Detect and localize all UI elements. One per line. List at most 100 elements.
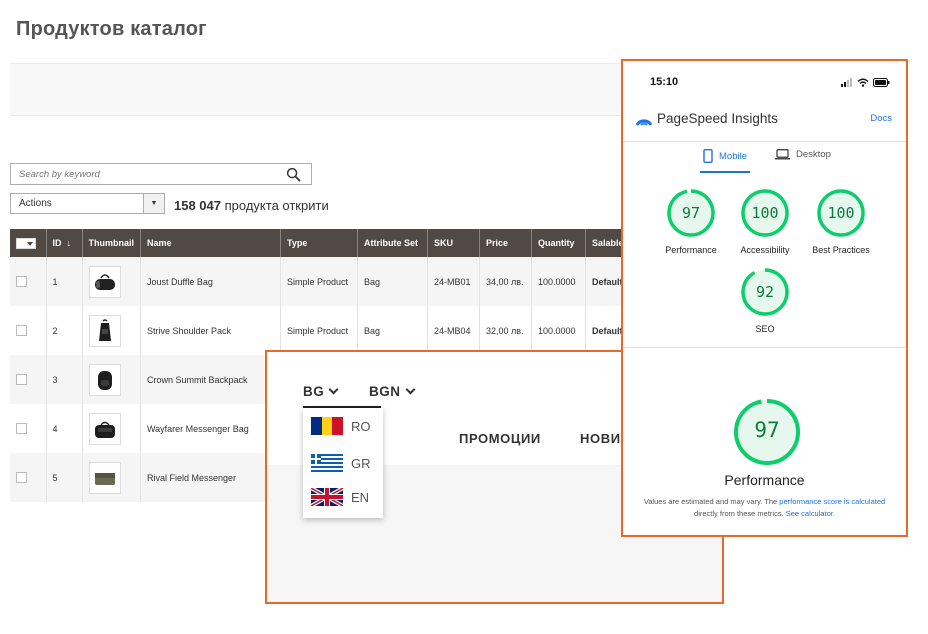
score-performance: 97	[681, 204, 701, 222]
table-row[interactable]: 2 Strive Shoulder Pack Simple Product Ba…	[10, 306, 650, 355]
row-checkbox[interactable]	[16, 325, 27, 337]
column-header-thumbnail[interactable]: Thumbnail	[82, 229, 141, 257]
product-thumbnail[interactable]	[88, 412, 121, 445]
nav-link-promotions[interactable]: ПРОМОЦИИ	[459, 431, 541, 446]
row-select-cell	[10, 306, 47, 355]
product-thumbnail[interactable]	[88, 363, 121, 396]
cell-name: Joust Duffle Bag	[140, 257, 281, 306]
greece-flag-icon	[311, 454, 343, 472]
cell-thumbnail	[82, 306, 141, 355]
cell-price: 34,00 лв.	[479, 257, 532, 306]
backpack-icon	[97, 370, 112, 390]
currency-selector[interactable]: BGN	[369, 384, 415, 399]
docs-link[interactable]: Docs	[870, 113, 892, 124]
battery-icon	[873, 78, 890, 87]
column-header-name[interactable]: Name	[140, 229, 281, 257]
records-count: 158 047	[174, 198, 221, 213]
main-score-label: Performance	[724, 472, 805, 488]
grid-header-row: ID ↓ Thumbnail Name Type Attribute Set S…	[10, 229, 650, 257]
column-header-attribute-set[interactable]: Attribute Set	[357, 229, 428, 257]
tab-desktop[interactable]: Desktop	[775, 149, 831, 160]
disclaimer: Values are estimated and may vary. The p…	[629, 496, 900, 520]
product-thumbnail[interactable]	[88, 461, 121, 494]
mass-select-checkbox[interactable]	[16, 237, 36, 249]
row-checkbox[interactable]	[16, 374, 27, 386]
row-checkbox[interactable]	[16, 423, 27, 435]
cell-id: 5	[46, 453, 83, 502]
score-best-practices: 100	[827, 204, 855, 222]
shoulder-pack-icon	[98, 318, 111, 341]
currency-code: BGN	[369, 384, 401, 399]
language-dropdown-menu: RO GR EN	[303, 408, 383, 518]
column-header-quantity[interactable]: Quantity	[531, 229, 586, 257]
chevron-down-icon	[405, 384, 415, 395]
cell-thumbnail	[82, 404, 141, 453]
column-header-id[interactable]: ID ↓	[46, 229, 83, 257]
cell-type: Simple Product	[280, 306, 358, 355]
signal-icon	[841, 78, 852, 87]
language-code: BG	[303, 384, 325, 399]
status-bar-icons	[841, 78, 890, 87]
pagespeed-panel: 15:10 PageSpeed Insights Docs Mobile Des…	[621, 59, 908, 537]
nav-link-new[interactable]: НОВИ	[580, 431, 621, 446]
cell-attribute-set: Bag	[357, 306, 428, 355]
cell-type: Simple Product	[280, 257, 358, 306]
search-box[interactable]	[10, 163, 312, 185]
actions-dropdown[interactable]: Actions ▼	[10, 193, 165, 214]
records-suffix: продукта открити	[224, 198, 329, 213]
laptop-icon	[775, 149, 790, 160]
row-select-cell	[10, 404, 47, 453]
column-header-sku[interactable]: SKU	[427, 229, 480, 257]
table-row[interactable]: 1 Joust Duffle Bag Simple Product Bag 24…	[10, 257, 650, 306]
product-thumbnail[interactable]	[88, 265, 121, 298]
language-option-en[interactable]: EN	[311, 488, 369, 506]
calculator-link[interactable]: See calculator.	[786, 509, 835, 518]
cell-sku: 24-MB01	[427, 257, 480, 306]
row-checkbox[interactable]	[16, 472, 27, 484]
search-icon[interactable]	[286, 167, 301, 182]
pagespeed-logo-icon	[635, 119, 653, 126]
label-seo: SEO	[755, 324, 775, 334]
cell-quantity: 100.0000	[531, 257, 586, 306]
active-tab-indicator	[700, 171, 750, 173]
row-select-cell	[10, 453, 47, 502]
search-input[interactable]	[11, 164, 271, 185]
admin-toolbar	[10, 63, 650, 116]
language-selector[interactable]: BG	[303, 384, 339, 399]
language-option-label: RO	[351, 418, 371, 434]
tab-mobile[interactable]: Mobile	[703, 149, 747, 163]
cell-name: Strive Shoulder Pack	[140, 306, 281, 355]
records-found: 158 047 продукта открити	[174, 198, 329, 213]
romania-flag-icon	[311, 417, 343, 435]
uk-flag-icon	[311, 488, 343, 506]
actions-label: Actions	[19, 198, 52, 209]
cell-id: 3	[46, 355, 83, 404]
main-score: 97	[754, 418, 780, 442]
cell-id: 1	[46, 257, 83, 306]
wifi-icon	[857, 78, 869, 87]
dropdown-arrow-icon[interactable]: ▼	[143, 194, 164, 213]
page-title: Продуктов каталог	[16, 18, 207, 40]
score-calculation-link[interactable]: performance score is calculated	[779, 497, 885, 506]
product-thumbnail[interactable]	[88, 314, 121, 347]
row-select-cell	[10, 257, 47, 306]
cell-id: 4	[46, 404, 83, 453]
cell-thumbnail	[82, 257, 141, 306]
cell-name: Crown Summit Backpack	[140, 355, 281, 404]
language-option-label: EN	[351, 489, 370, 505]
language-option-ro[interactable]: RO	[311, 417, 371, 435]
column-header-type[interactable]: Type	[280, 229, 358, 257]
disclaimer-text-1: Values are estimated and may vary. The	[643, 497, 780, 506]
column-id-label: ID	[52, 238, 62, 248]
cell-quantity: 100.0000	[531, 306, 586, 355]
cell-price: 32,00 лв.	[479, 306, 532, 355]
column-header-price[interactable]: Price	[479, 229, 532, 257]
language-option-gr[interactable]: GR	[311, 454, 371, 472]
status-bar-time: 15:10	[650, 76, 679, 88]
mass-select-header[interactable]	[10, 229, 47, 257]
sort-arrow-icon[interactable]: ↓	[67, 238, 72, 248]
app-title: PageSpeed Insights	[657, 111, 778, 126]
row-checkbox[interactable]	[16, 276, 27, 288]
tab-desktop-label: Desktop	[796, 149, 831, 160]
cell-name: Rival Field Messenger	[140, 453, 281, 502]
